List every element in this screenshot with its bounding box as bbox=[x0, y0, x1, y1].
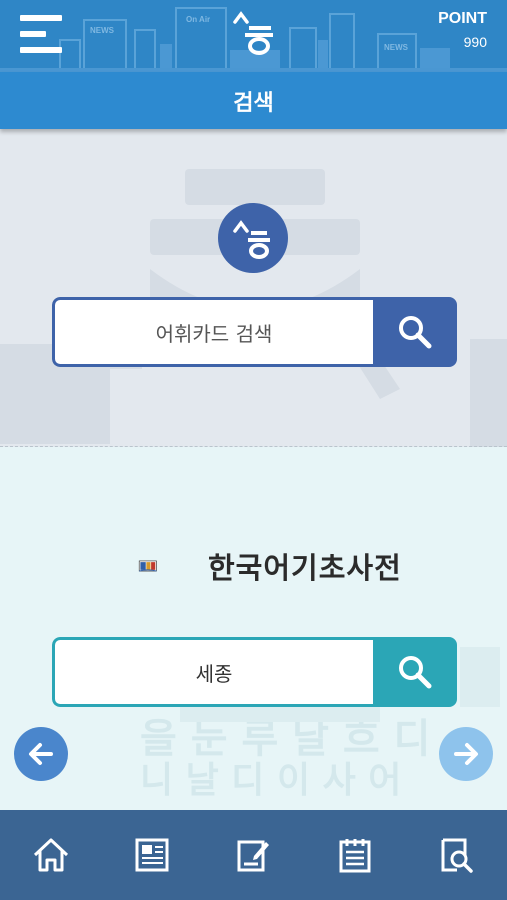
dictionary-search-bar: 세종 bbox=[52, 637, 457, 707]
vocab-card-search-input[interactable]: 어휘카드 검색 bbox=[52, 297, 373, 367]
app-logo-icon[interactable] bbox=[231, 8, 275, 56]
bg-hangul-line-1: 을 눈 루 날 흐 디 bbox=[140, 716, 430, 762]
arrow-right-icon bbox=[454, 743, 478, 765]
tab-dictionary-search[interactable] bbox=[426, 825, 486, 885]
tab-write[interactable] bbox=[223, 825, 283, 885]
dictionary-section: 을 눈 루 날 흐 디 니 날 디 이 사 어 bbox=[0, 447, 507, 810]
page-title: 검색 bbox=[233, 90, 274, 116]
notepad-icon bbox=[339, 839, 371, 873]
home-icon bbox=[33, 838, 68, 872]
city-sign-onair: On Air bbox=[186, 15, 210, 24]
point-display: POINT 990 bbox=[438, 10, 487, 50]
edit-note-icon bbox=[237, 840, 270, 872]
dictionary-search-input[interactable]: 세종 bbox=[52, 637, 373, 707]
vocab-card-search-bar: 어휘카드 검색 bbox=[52, 297, 457, 367]
dictionary-search-button[interactable] bbox=[373, 637, 457, 707]
arrow-left-icon bbox=[29, 743, 53, 765]
book-search-icon bbox=[441, 838, 473, 873]
vocab-search-section bbox=[0, 129, 507, 447]
tab-notes[interactable] bbox=[325, 825, 385, 885]
title-bar: 검색 bbox=[0, 72, 507, 129]
app-logo-circle-icon bbox=[218, 203, 288, 273]
app-header: NEWS On Air NEWS POINT 990 bbox=[0, 0, 507, 72]
tab-home[interactable] bbox=[21, 825, 81, 885]
vocab-search-button[interactable] bbox=[373, 297, 457, 367]
point-label: POINT bbox=[438, 10, 487, 27]
news-icon bbox=[135, 838, 169, 872]
tab-news[interactable] bbox=[122, 825, 182, 885]
background-logo-watermark bbox=[0, 169, 507, 447]
previous-arrow-button[interactable] bbox=[14, 727, 68, 781]
search-icon bbox=[399, 656, 432, 689]
city-sign-news: NEWS bbox=[90, 26, 115, 35]
background-hangul-watermark: 을 눈 루 날 흐 디 니 날 디 이 사 어 bbox=[140, 647, 500, 801]
bg-hangul-line-2: 니 날 디 이 사 어 bbox=[140, 760, 401, 801]
bottom-navigation-bar bbox=[0, 810, 507, 900]
korean-basic-dictionary-logo bbox=[138, 560, 157, 572]
search-icon bbox=[399, 316, 432, 349]
dictionary-title: 한국어기초사전 bbox=[208, 551, 402, 585]
city-sign-news-2: NEWS bbox=[384, 43, 409, 52]
next-arrow-button[interactable] bbox=[439, 727, 493, 781]
point-value: 990 bbox=[463, 34, 487, 50]
hamburger-menu-icon[interactable] bbox=[20, 15, 62, 53]
